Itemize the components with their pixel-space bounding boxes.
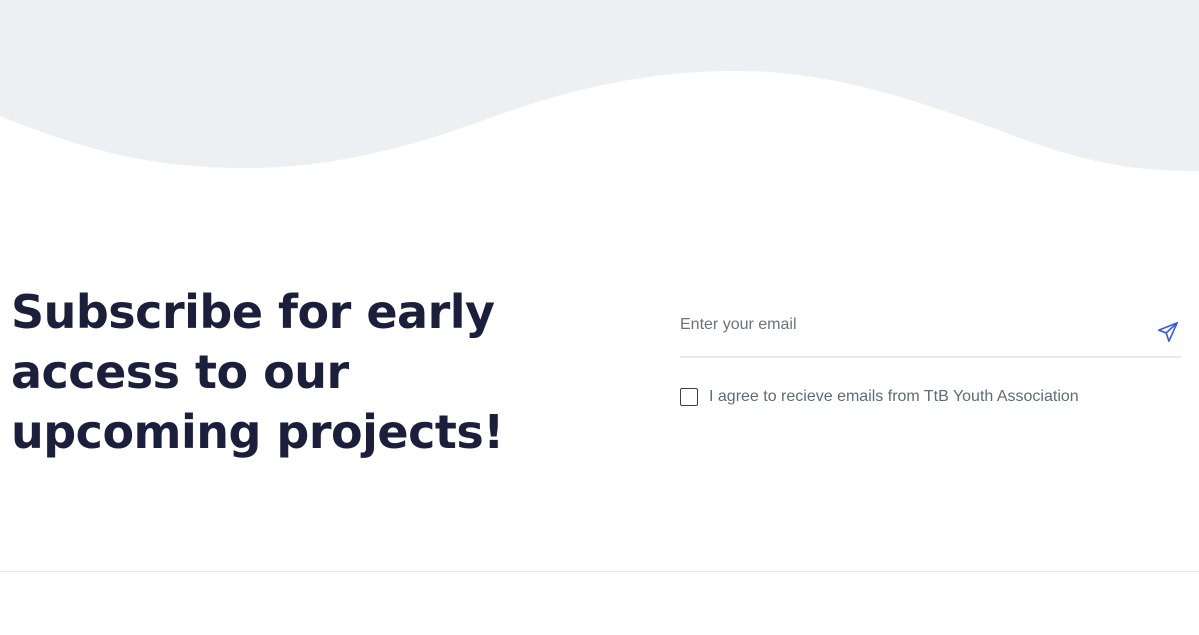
section-divider: [0, 571, 1199, 572]
paper-plane-icon: [1158, 322, 1178, 342]
email-input[interactable]: [680, 306, 1140, 344]
wave-shape: [0, 0, 1199, 172]
decorative-wave-background: [0, 0, 1199, 172]
agree-checkbox[interactable]: [680, 388, 698, 406]
email-subscribe-form: [680, 306, 1181, 358]
agree-label: I agree to recieve emails from TtB Youth…: [709, 388, 1079, 405]
send-button[interactable]: [1157, 320, 1181, 344]
subscribe-headline: Subscribe for early access to our upcomi…: [11, 285, 504, 459]
agree-consent-row: I agree to recieve emails from TtB Youth…: [680, 386, 1079, 408]
